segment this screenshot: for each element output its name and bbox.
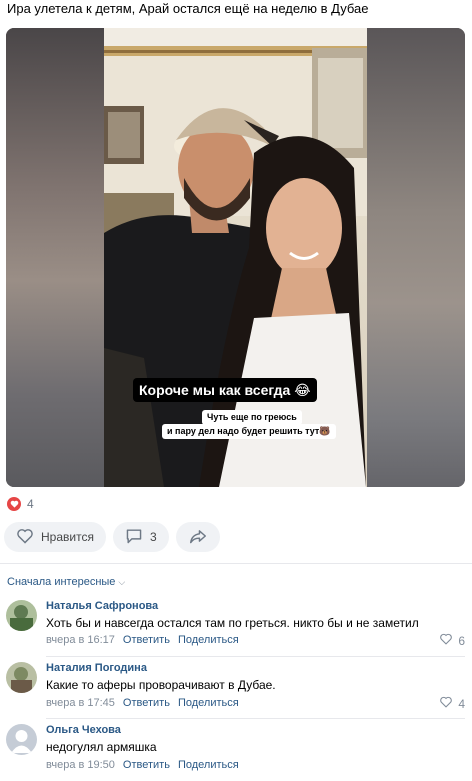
- comment-meta: вчера в 17:45 Ответить Поделиться: [46, 697, 239, 709]
- comments-sort-dropdown[interactable]: Сначала интересные ⌵: [7, 576, 125, 588]
- reply-link[interactable]: Ответить: [123, 697, 170, 709]
- sort-label: Сначала интересные: [7, 576, 116, 588]
- comment-divider: [46, 718, 465, 719]
- comment-button[interactable]: 3: [112, 522, 169, 552]
- comment-meta: вчера в 19:50 Ответить Поделиться: [46, 759, 239, 771]
- section-divider: [0, 563, 472, 564]
- comment-meta: вчера в 16:17 Ответить Поделиться: [46, 634, 239, 646]
- story-caption-line2: и пару дел надо будет решить тут🐻: [162, 424, 336, 439]
- avatar[interactable]: [6, 724, 37, 755]
- reply-link[interactable]: Ответить: [123, 634, 170, 646]
- story-caption-line1: Чуть еще по греюсь: [202, 410, 302, 425]
- heart-outline-icon: [439, 633, 453, 648]
- comment-count: 3: [149, 530, 157, 544]
- comment-icon: [125, 528, 143, 547]
- story-caption-main: Короче мы как всегда 😂: [133, 378, 317, 402]
- post-actions: Нравится 3: [4, 522, 220, 552]
- share-link[interactable]: Поделиться: [178, 759, 239, 771]
- comment-like-button[interactable]: 6: [439, 633, 465, 648]
- like-button-label: Нравится: [41, 530, 94, 544]
- avatar[interactable]: [6, 662, 37, 693]
- comment-time[interactable]: вчера в 16:17: [46, 634, 115, 646]
- chevron-down-icon: ⌵: [118, 576, 126, 587]
- comment-text: Хоть бы и навсегда остался там по гретьс…: [46, 616, 419, 630]
- comment-author[interactable]: Наталия Погодина: [46, 662, 147, 674]
- comment-like-button[interactable]: 4: [439, 696, 465, 711]
- photo-blur-right: [367, 28, 465, 487]
- like-button[interactable]: Нравится: [4, 522, 106, 552]
- photo-blur-left: [6, 28, 104, 487]
- post-text: Ира улетела к детям, Арай остался ещё на…: [7, 1, 369, 16]
- share-button[interactable]: [175, 522, 220, 552]
- comment-text: недогулял армяшка: [46, 740, 157, 754]
- avatar[interactable]: [6, 600, 37, 631]
- reply-link[interactable]: Ответить: [123, 759, 170, 771]
- comment-author[interactable]: Ольга Чехова: [46, 724, 121, 736]
- comment-time[interactable]: вчера в 19:50: [46, 759, 115, 771]
- comment-text: Какие то аферы проворачивают в Дубае.: [46, 678, 276, 692]
- share-link[interactable]: Поделиться: [178, 634, 239, 646]
- heart-icon: [7, 497, 21, 511]
- heart-outline-icon: [16, 528, 34, 547]
- likes-count: 4: [27, 497, 34, 511]
- comment-time[interactable]: вчера в 17:45: [46, 697, 115, 709]
- share-icon: [189, 528, 207, 547]
- comment-divider: [46, 656, 465, 657]
- likes-summary[interactable]: 4: [7, 497, 34, 511]
- post-photo[interactable]: Короче мы как всегда 😂 Чуть еще по греюс…: [6, 28, 465, 487]
- share-link[interactable]: Поделиться: [178, 697, 239, 709]
- heart-outline-icon: [439, 696, 453, 711]
- comment-like-count: 6: [458, 633, 465, 648]
- comment-like-count: 4: [458, 696, 465, 711]
- comment-author[interactable]: Наталья Сафронова: [46, 600, 158, 612]
